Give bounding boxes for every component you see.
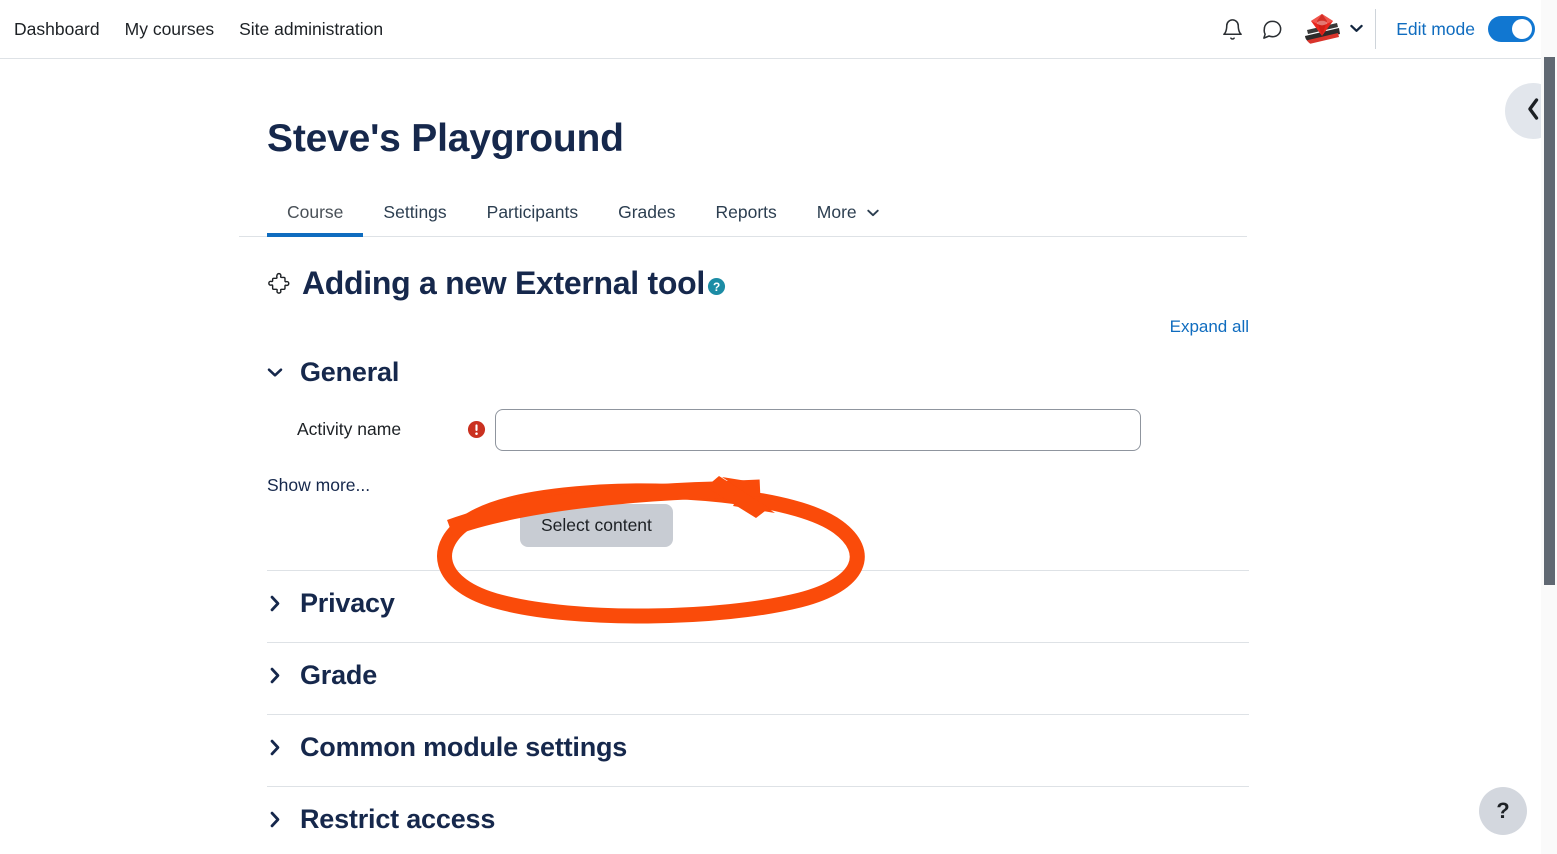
section-header-common-module-settings[interactable]: Common module settings (267, 732, 1277, 763)
tab-course[interactable]: Course (267, 194, 364, 237)
puzzle-piece-icon (267, 272, 293, 298)
show-more-link[interactable]: Show more... (267, 451, 370, 496)
edit-mode-control[interactable]: Edit mode (1396, 16, 1535, 42)
form-section-general: General Activity name Show more... Selec… (267, 337, 1277, 571)
tab-settings-label: Settings (383, 201, 447, 222)
top-navbar: Dashboard My courses Site administration (0, 0, 1549, 59)
section-header-privacy[interactable]: Privacy (267, 588, 1277, 619)
tab-participants-label: Participants (486, 201, 579, 222)
question-mark-help-icon[interactable]: ? (707, 277, 726, 296)
edit-mode-label: Edit mode (1396, 18, 1475, 39)
activity-heading-text: Adding a new External tool (302, 264, 705, 301)
required-exclamation-icon (457, 420, 495, 439)
form-section-privacy: Privacy (267, 571, 1277, 643)
tab-more-label: More (816, 201, 857, 222)
course-tab-bar: Course Settings Participants Grades Repo… (239, 194, 1247, 237)
expand-all-link[interactable]: Expand all (1170, 317, 1249, 336)
tab-grades-label: Grades (618, 201, 676, 222)
page-title: Steve's Playground (267, 117, 624, 160)
select-content-row: Select content (267, 496, 1277, 547)
speech-bubble-icon[interactable] (1255, 12, 1289, 46)
tab-grades[interactable]: Grades (598, 194, 695, 236)
tab-participants[interactable]: Participants (467, 194, 598, 236)
main-content: Steve's Playground Course Settings Parti… (239, 59, 1277, 835)
tab-course-label: Course (287, 201, 344, 222)
chevron-down-icon (866, 205, 879, 220)
select-content-button[interactable]: Select content (520, 503, 673, 547)
chevron-right-icon (267, 667, 283, 684)
section-title-privacy: Privacy (300, 587, 395, 618)
navbar-divider (1375, 9, 1377, 49)
chevron-down-icon (1350, 20, 1363, 38)
expand-all-row: Expand all (267, 302, 1249, 337)
nav-link-dashboard[interactable]: Dashboard (14, 19, 100, 40)
nav-link-my-courses[interactable]: My courses (125, 19, 214, 40)
edit-mode-toggle[interactable] (1488, 16, 1535, 42)
help-floating-button[interactable]: ? (1479, 787, 1527, 835)
activity-heading: Adding a new External tool ? (267, 237, 1277, 302)
vertical-scrollbar-thumb[interactable] (1544, 57, 1555, 585)
primary-nav: Dashboard My courses Site administration (0, 19, 383, 40)
tab-more[interactable]: More (797, 194, 899, 236)
section-header-grade[interactable]: Grade (267, 660, 1277, 691)
section-header-restrict-access[interactable]: Restrict access (267, 804, 1277, 835)
activity-name-input[interactable] (495, 408, 1141, 451)
svg-text:?: ? (713, 280, 720, 294)
section-header-general[interactable]: General (267, 351, 1277, 388)
chevron-right-icon (267, 595, 283, 612)
chevron-right-icon (267, 739, 283, 756)
form-section-common-module-settings: Common module settings (267, 715, 1277, 787)
section-title-common-module-settings: Common module settings (300, 731, 628, 762)
section-title-grade: Grade (300, 659, 378, 690)
bell-icon[interactable] (1215, 12, 1249, 46)
nav-link-site-administration[interactable]: Site administration (239, 19, 383, 40)
form-section-restrict-access: Restrict access (267, 787, 1277, 835)
section-title-restrict-access: Restrict access (300, 803, 496, 834)
form-section-grade: Grade (267, 643, 1277, 715)
chevron-right-icon (267, 811, 283, 828)
tab-reports-label: Reports (715, 201, 777, 222)
tab-settings[interactable]: Settings (363, 194, 466, 236)
navbar-right-cluster: Edit mode (1215, 0, 1549, 58)
page-body: Steve's Playground Course Settings Parti… (0, 59, 1549, 854)
chevron-down-icon (267, 367, 283, 378)
chevron-left-icon (1525, 97, 1542, 126)
section-title-general: General (300, 356, 400, 387)
activity-name-label: Activity name (297, 419, 402, 440)
user-menu[interactable] (1303, 10, 1363, 48)
avatar (1303, 10, 1342, 48)
tab-reports[interactable]: Reports (695, 194, 796, 236)
form-row-activity-name: Activity name (267, 388, 1277, 451)
